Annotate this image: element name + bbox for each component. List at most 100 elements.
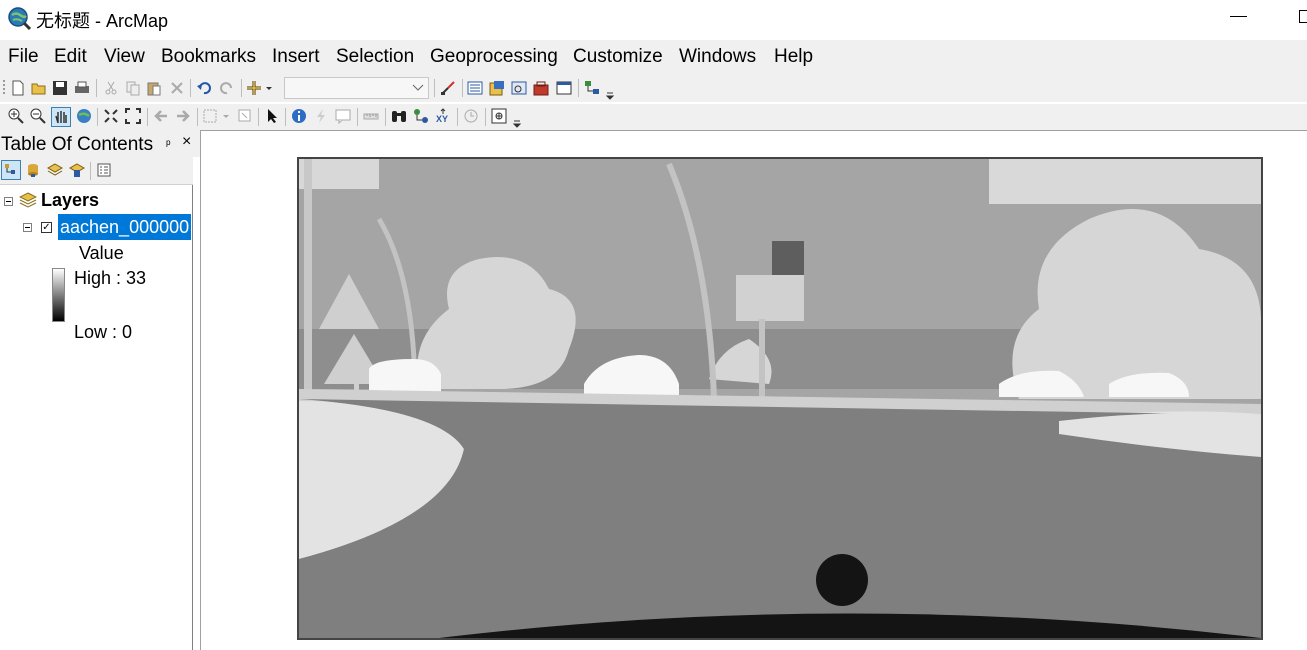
toolbar-overflow-icon[interactable] bbox=[606, 84, 614, 102]
color-ramp-swatch[interactable] bbox=[52, 268, 65, 322]
menu-bar: File Edit View Bookmarks Insert Selectio… bbox=[0, 40, 1307, 74]
toc-splitter[interactable] bbox=[192, 185, 193, 650]
table-of-contents-icon[interactable] bbox=[467, 80, 483, 96]
list-by-drawing-order-icon[interactable] bbox=[1, 160, 21, 180]
clear-selection-icon[interactable] bbox=[237, 108, 253, 124]
fixed-zoom-in-icon[interactable] bbox=[103, 108, 119, 124]
menu-selection[interactable]: Selection bbox=[336, 46, 414, 68]
close-icon[interactable]: × bbox=[182, 133, 191, 151]
list-by-source-icon[interactable] bbox=[25, 162, 41, 178]
maximize-button[interactable] bbox=[1299, 10, 1307, 23]
map-scale-combo[interactable] bbox=[284, 77, 429, 99]
full-extent-icon[interactable] bbox=[76, 108, 92, 124]
list-by-visibility-icon[interactable] bbox=[47, 162, 63, 178]
toolbar-separator bbox=[578, 79, 579, 97]
options-icon[interactable] bbox=[96, 162, 112, 178]
toolbar-separator bbox=[96, 79, 97, 97]
time-slider-icon[interactable] bbox=[463, 108, 479, 124]
create-viewer-window-icon[interactable] bbox=[491, 108, 507, 124]
measure-icon[interactable] bbox=[363, 108, 379, 124]
python-window-icon[interactable] bbox=[556, 80, 572, 96]
find-route-icon[interactable] bbox=[413, 108, 429, 124]
pin-icon[interactable]: ᵖ bbox=[166, 137, 171, 151]
toolbar-separator bbox=[434, 79, 435, 97]
table-of-contents-panel: Table Of Contents ᵖ × Layers ✓ aachen_00… bbox=[0, 130, 200, 650]
legend-high-label: High : 33 bbox=[74, 268, 147, 288]
toc-toolbar bbox=[0, 157, 193, 185]
minimize-button[interactable] bbox=[1230, 16, 1247, 17]
fixed-zoom-out-icon[interactable] bbox=[125, 108, 141, 124]
toc-header: Table Of Contents ᵖ × bbox=[0, 130, 200, 157]
menu-geoprocessing[interactable]: Geoprocessing bbox=[430, 46, 558, 68]
undo-icon[interactable] bbox=[196, 80, 212, 96]
menu-help[interactable]: Help bbox=[774, 46, 813, 68]
toolbar-grip-icon[interactable] bbox=[1, 79, 9, 97]
hyperlink-icon[interactable] bbox=[313, 108, 329, 124]
toolbar-separator bbox=[285, 108, 286, 126]
html-popup-icon[interactable] bbox=[335, 108, 351, 124]
legend-low-label: Low : 0 bbox=[74, 322, 133, 342]
menu-bookmarks[interactable]: Bookmarks bbox=[161, 46, 256, 68]
toolbar-separator bbox=[385, 108, 386, 126]
chevron-down-icon bbox=[412, 84, 424, 91]
toc-title: Table Of Contents bbox=[1, 134, 154, 155]
toolbar-separator bbox=[457, 108, 458, 126]
legend-heading: Value bbox=[79, 243, 124, 263]
new-document-icon[interactable] bbox=[10, 80, 26, 96]
toolbar-separator bbox=[97, 108, 98, 126]
catalog-icon[interactable] bbox=[489, 80, 505, 96]
arcmap-globe-icon bbox=[8, 7, 31, 30]
save-icon[interactable] bbox=[52, 80, 68, 96]
menu-windows[interactable]: Windows bbox=[679, 46, 756, 68]
search-window-icon[interactable] bbox=[511, 80, 527, 96]
go-to-xy-icon[interactable]: XY bbox=[435, 108, 451, 124]
layers-data-frame-icon bbox=[19, 192, 37, 208]
toolbar-separator bbox=[190, 79, 191, 97]
layer-name[interactable]: aachen_000000 bbox=[58, 214, 191, 240]
title-bar: 无标题 - ArcMap bbox=[0, 0, 1307, 38]
zoom-out-icon[interactable] bbox=[30, 108, 46, 124]
standard-toolbar bbox=[0, 74, 1307, 102]
toolbar-separator bbox=[485, 108, 486, 126]
forward-extent-icon[interactable] bbox=[175, 108, 191, 124]
toolbar-separator bbox=[462, 79, 463, 97]
collapse-layers-toggle[interactable] bbox=[4, 197, 13, 206]
editor-toolbar-icon[interactable] bbox=[440, 80, 456, 96]
delete-icon[interactable] bbox=[169, 80, 185, 96]
toolbar-separator bbox=[90, 162, 91, 180]
layer-visibility-checkbox[interactable]: ✓ bbox=[41, 222, 52, 233]
back-extent-icon[interactable] bbox=[153, 108, 169, 124]
list-by-selection-icon[interactable] bbox=[69, 162, 85, 178]
model-builder-icon[interactable] bbox=[584, 80, 600, 96]
map-view[interactable] bbox=[200, 130, 1307, 650]
window-title: 无标题 - ArcMap bbox=[36, 11, 169, 31]
menu-insert[interactable]: Insert bbox=[272, 46, 320, 68]
menu-edit[interactable]: Edit bbox=[54, 46, 87, 68]
select-features-icon[interactable] bbox=[203, 108, 229, 124]
menu-view[interactable]: View bbox=[104, 46, 145, 68]
toolbar-overflow-icon[interactable] bbox=[513, 112, 521, 130]
arctoolbox-icon[interactable] bbox=[533, 80, 549, 96]
toolbar-separator bbox=[197, 108, 198, 126]
cut-icon[interactable] bbox=[103, 80, 119, 96]
redo-icon[interactable] bbox=[219, 80, 235, 96]
segmentation-map-drawing bbox=[299, 159, 1261, 638]
open-icon[interactable] bbox=[31, 80, 47, 96]
collapse-layer-toggle[interactable] bbox=[23, 223, 32, 232]
menu-file[interactable]: File bbox=[8, 46, 39, 68]
select-elements-icon[interactable] bbox=[264, 108, 280, 124]
raster-image[interactable] bbox=[297, 157, 1263, 640]
find-icon[interactable] bbox=[391, 108, 407, 124]
copy-icon[interactable] bbox=[125, 80, 141, 96]
identify-icon[interactable] bbox=[291, 108, 307, 124]
toolbar-separator bbox=[258, 108, 259, 126]
add-data-icon[interactable] bbox=[247, 80, 273, 96]
toolbar-separator bbox=[241, 79, 242, 97]
pan-icon[interactable] bbox=[51, 107, 71, 127]
data-frame-label[interactable]: Layers bbox=[41, 190, 99, 211]
paste-icon[interactable] bbox=[146, 80, 162, 96]
toolbar-separator bbox=[147, 108, 148, 126]
menu-customize[interactable]: Customize bbox=[573, 46, 663, 68]
zoom-in-icon[interactable] bbox=[8, 108, 24, 124]
print-icon[interactable] bbox=[74, 80, 90, 96]
